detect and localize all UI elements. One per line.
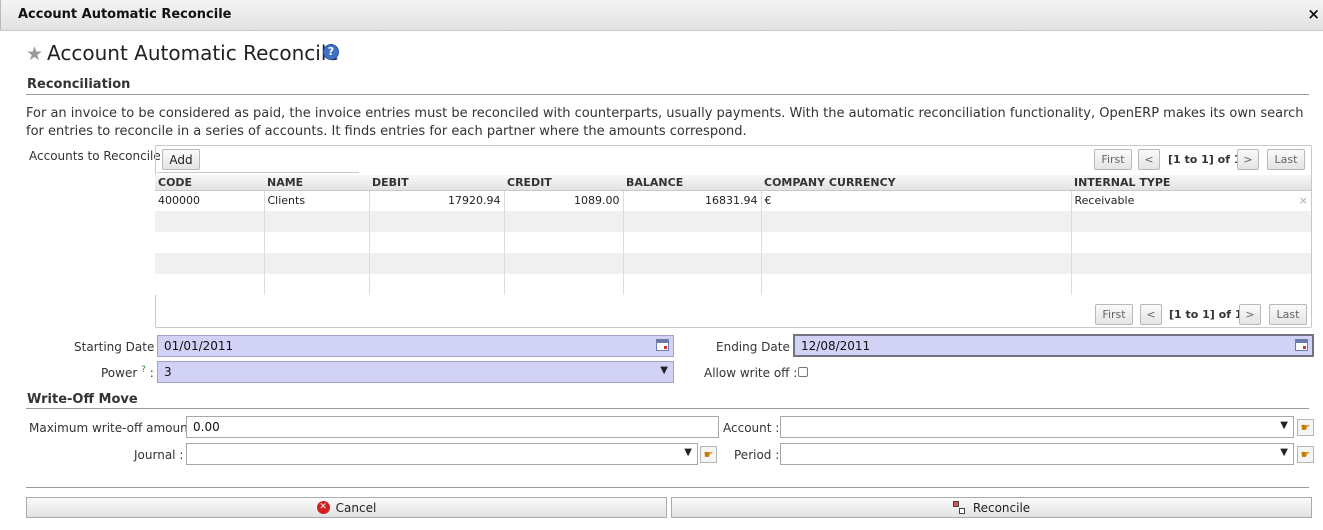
table-row[interactable]: 400000 Clients 17920.94 1089.00 16831.94…: [155, 190, 1311, 211]
calendar-icon[interactable]: [1295, 339, 1308, 351]
delete-row-icon[interactable]: ×: [1299, 194, 1308, 207]
table-row-empty: [155, 274, 1311, 295]
cell-name: Clients: [264, 190, 370, 211]
dialog-title: Account Automatic Reconcile: [18, 7, 232, 22]
column-header-company-currency[interactable]: COMPANY CURRENCY: [761, 175, 1071, 191]
max-write-off-label: Maximum write-off amount :: [29, 421, 201, 435]
chevron-down-icon: ▼: [1280, 447, 1288, 458]
cell-currency: €: [761, 190, 1072, 211]
pager-bottom-prev-button[interactable]: <: [1140, 304, 1162, 325]
reconcile-description: For an invoice to be considered as paid,…: [26, 106, 1304, 139]
account-search-icon[interactable]: ☛: [1297, 419, 1314, 436]
star-icon[interactable]: ★: [26, 43, 43, 65]
period-search-icon[interactable]: ☛: [1297, 446, 1314, 463]
table-row-empty: [155, 211, 1311, 232]
table-row-empty: [155, 253, 1311, 274]
column-header-code[interactable]: CODE: [155, 175, 264, 191]
cell-debit: 17920.94: [369, 190, 505, 211]
chevron-down-icon: ▼: [1280, 420, 1288, 431]
column-header-name[interactable]: NAME: [264, 175, 369, 191]
max-write-off-input[interactable]: 0.00: [186, 416, 719, 438]
reconcile-button-label: Reconcile: [972, 500, 1031, 515]
reconcile-button[interactable]: Reconcile: [671, 497, 1312, 518]
pager-bottom-info: [1 to 1] of 1: [1169, 308, 1243, 321]
section-divider: [26, 94, 1309, 95]
pager-bottom-next-button[interactable]: >: [1239, 304, 1261, 325]
table-header-row: CODE NAME DEBIT CREDIT BALANCE COMPANY C…: [155, 175, 1311, 191]
journal-select[interactable]: ▼: [186, 443, 698, 465]
journal-label: Journal :: [134, 448, 184, 462]
power-help-icon[interactable]: ?: [141, 365, 146, 375]
accounts-label: Accounts to Reconcile :: [29, 149, 169, 163]
allow-write-off-checkbox[interactable]: [798, 367, 808, 377]
column-header-internal-type[interactable]: INTERNAL TYPE: [1071, 175, 1311, 191]
account-select[interactable]: ▼: [780, 416, 1294, 438]
power-select[interactable]: 3 ▼: [157, 361, 674, 383]
pager-info: [1 to 1] of 1: [1168, 153, 1242, 166]
pager-bottom-first-button[interactable]: First: [1095, 304, 1133, 325]
column-header-credit[interactable]: CREDIT: [504, 175, 623, 191]
power-label-colon: :: [149, 366, 154, 380]
journal-search-icon[interactable]: ☛: [700, 446, 717, 463]
account-label: Account :: [723, 421, 780, 435]
starting-date-label: Starting Date :: [74, 340, 163, 354]
help-icon[interactable]: ?: [323, 44, 339, 60]
pager-bottom-last-button[interactable]: Last: [1269, 304, 1307, 325]
chevron-down-icon: ▼: [684, 447, 692, 458]
cell-internal-type: Receivable ×: [1071, 190, 1311, 211]
ending-date-value: 12/08/2011: [801, 339, 871, 353]
accounts-table: CODE NAME DEBIT CREDIT BALANCE COMPANY C…: [155, 175, 1311, 295]
pager-prev-button[interactable]: <: [1138, 149, 1160, 170]
starting-date-value: 01/01/2011: [164, 339, 234, 353]
close-icon[interactable]: ×: [1307, 5, 1320, 23]
chevron-down-icon: ▼: [660, 365, 668, 376]
period-label: Period :: [734, 448, 780, 462]
allow-write-off-label: Allow write off :: [704, 366, 798, 380]
column-header-debit[interactable]: DEBIT: [369, 175, 504, 191]
period-select[interactable]: ▼: [780, 443, 1294, 465]
cell-code: 400000: [155, 190, 265, 211]
power-label: Power ? :: [101, 365, 154, 380]
cell-credit: 1089.00: [504, 190, 624, 211]
page-title: ★ Account Automatic Reconcile: [26, 41, 339, 65]
pager-first-button[interactable]: First: [1094, 149, 1132, 170]
section-title-reconciliation: Reconciliation: [27, 77, 131, 92]
footer-divider: [26, 487, 1309, 488]
ending-date-label: Ending Date :: [716, 340, 798, 354]
cancel-icon: ✕: [316, 501, 330, 514]
cell-internal-type-text: Receivable: [1074, 194, 1135, 208]
power-value: 3: [164, 365, 172, 379]
section-divider: [26, 408, 1309, 409]
calendar-icon[interactable]: [656, 339, 669, 351]
page-title-text: Account Automatic Reconcile: [47, 41, 339, 65]
pager-next-button[interactable]: >: [1237, 149, 1259, 170]
cell-balance: 16831.94: [623, 190, 762, 211]
reconcile-icon: [952, 500, 967, 515]
column-header-balance[interactable]: BALANCE: [623, 175, 761, 191]
power-label-text: Power: [101, 366, 138, 380]
add-account-button[interactable]: Add: [162, 149, 200, 170]
pager-last-button[interactable]: Last: [1267, 149, 1305, 170]
starting-date-input[interactable]: 01/01/2011: [157, 335, 674, 357]
table-row-empty: [155, 232, 1311, 253]
ending-date-input[interactable]: 12/08/2011: [793, 334, 1314, 357]
cancel-button-label: Cancel: [335, 500, 377, 515]
dialog-titlebar: Account Automatic Reconcile ×: [0, 0, 1323, 31]
toolbar-divider: [157, 172, 359, 173]
cancel-button[interactable]: ✕ Cancel: [26, 497, 667, 518]
section-title-write-off-move: Write-Off Move: [27, 392, 138, 407]
